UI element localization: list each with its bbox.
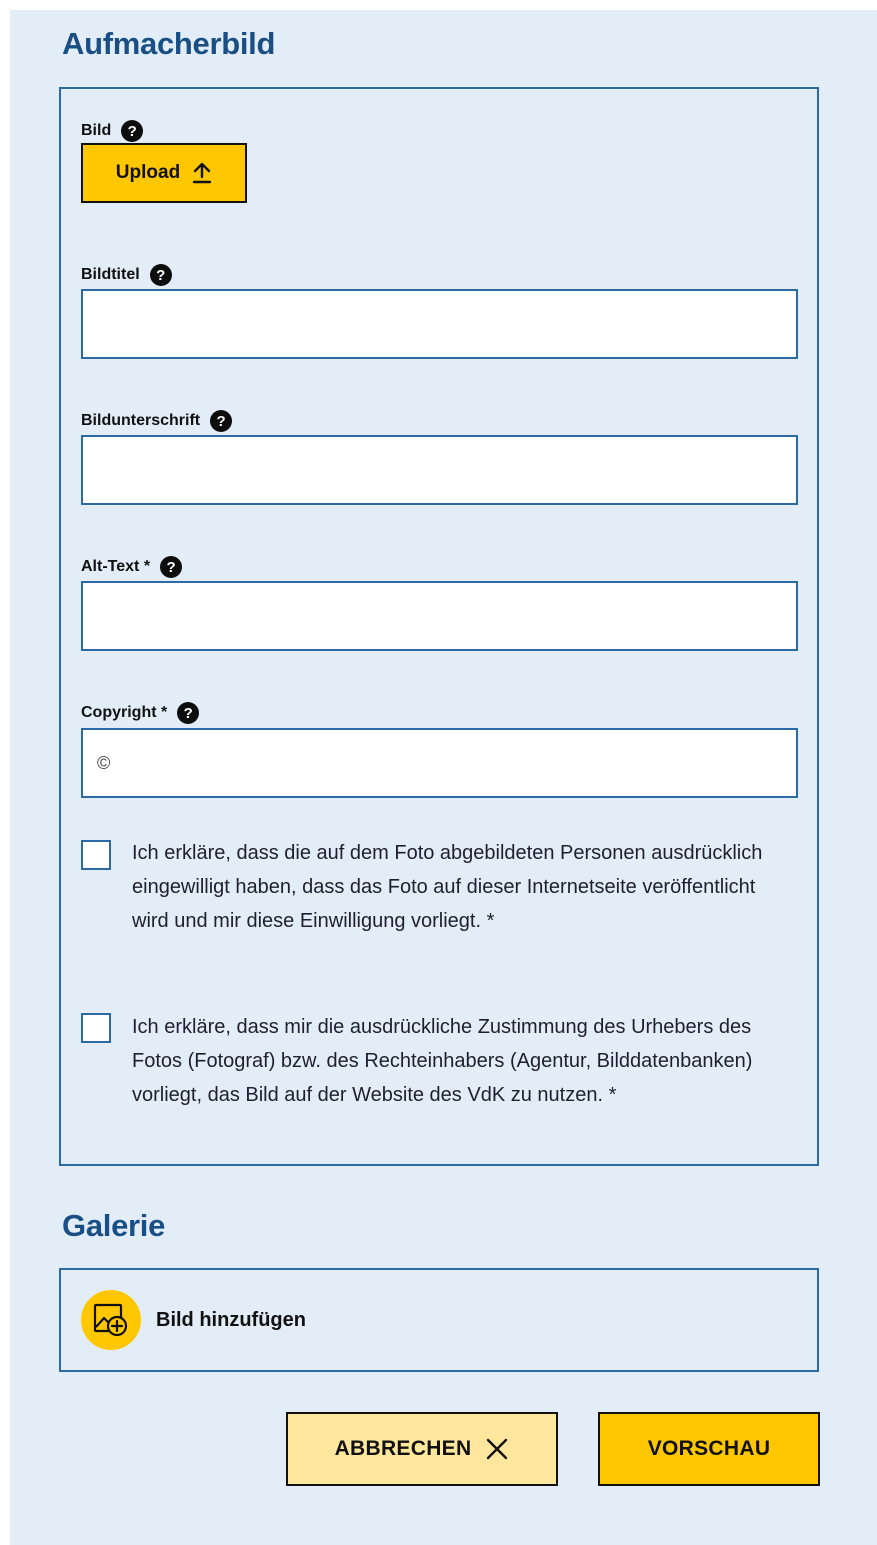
cancel-label: ABBRECHEN bbox=[334, 1437, 472, 1460]
close-icon bbox=[487, 1438, 508, 1460]
help-icon[interactable]: ? bbox=[121, 120, 144, 142]
preview-button[interactable]: VORSCHAU bbox=[598, 1412, 820, 1486]
section-title-header-image: Aufmacherbild bbox=[62, 26, 276, 61]
caption-label-row: Bildunterschrift ? bbox=[81, 410, 233, 432]
add-image-button[interactable]: Bild hinzufügen bbox=[81, 1290, 306, 1350]
consent-rights-checkbox[interactable] bbox=[81, 1013, 111, 1043]
caption-input[interactable] bbox=[81, 435, 798, 505]
alt-text-label: Alt-Text * bbox=[81, 558, 151, 575]
image-title-label: Bildtitel bbox=[81, 266, 140, 283]
section-title-gallery: Galerie bbox=[62, 1208, 166, 1243]
help-icon[interactable]: ? bbox=[160, 556, 183, 578]
copyright-label-row: Copyright * ? bbox=[81, 702, 200, 724]
alt-text-input[interactable] bbox=[81, 581, 798, 651]
caption-label: Bildunterschrift bbox=[81, 412, 201, 429]
image-label: Bild bbox=[81, 122, 112, 139]
image-title-input[interactable] bbox=[81, 289, 798, 359]
preview-label: VORSCHAU bbox=[647, 1437, 771, 1460]
upload-button[interactable]: Upload bbox=[81, 143, 247, 203]
consent-rights-text: Ich erkläre, dass mir die ausdrückliche … bbox=[132, 1016, 753, 1106]
image-title-label-row: Bildtitel ? bbox=[81, 264, 172, 286]
help-icon[interactable]: ? bbox=[177, 702, 200, 724]
alt-text-label-row: Alt-Text * ? bbox=[81, 556, 183, 578]
consent-persons-checkbox[interactable] bbox=[81, 840, 111, 870]
add-image-label: Bild hinzufügen bbox=[156, 1308, 306, 1331]
upload-arrow-icon bbox=[192, 162, 212, 184]
help-icon[interactable]: ? bbox=[210, 410, 233, 432]
image-label-row: Bild ? bbox=[81, 120, 144, 142]
consent-persons-text: Ich erkläre, dass die auf dem Foto abgeb… bbox=[132, 842, 763, 932]
copyright-input[interactable] bbox=[81, 728, 798, 798]
help-icon[interactable]: ? bbox=[149, 264, 172, 286]
upload-label: Upload bbox=[115, 162, 181, 183]
add-image-icon bbox=[81, 1290, 141, 1350]
cancel-button[interactable]: ABBRECHEN bbox=[286, 1412, 558, 1486]
copyright-label: Copyright * bbox=[81, 704, 168, 721]
